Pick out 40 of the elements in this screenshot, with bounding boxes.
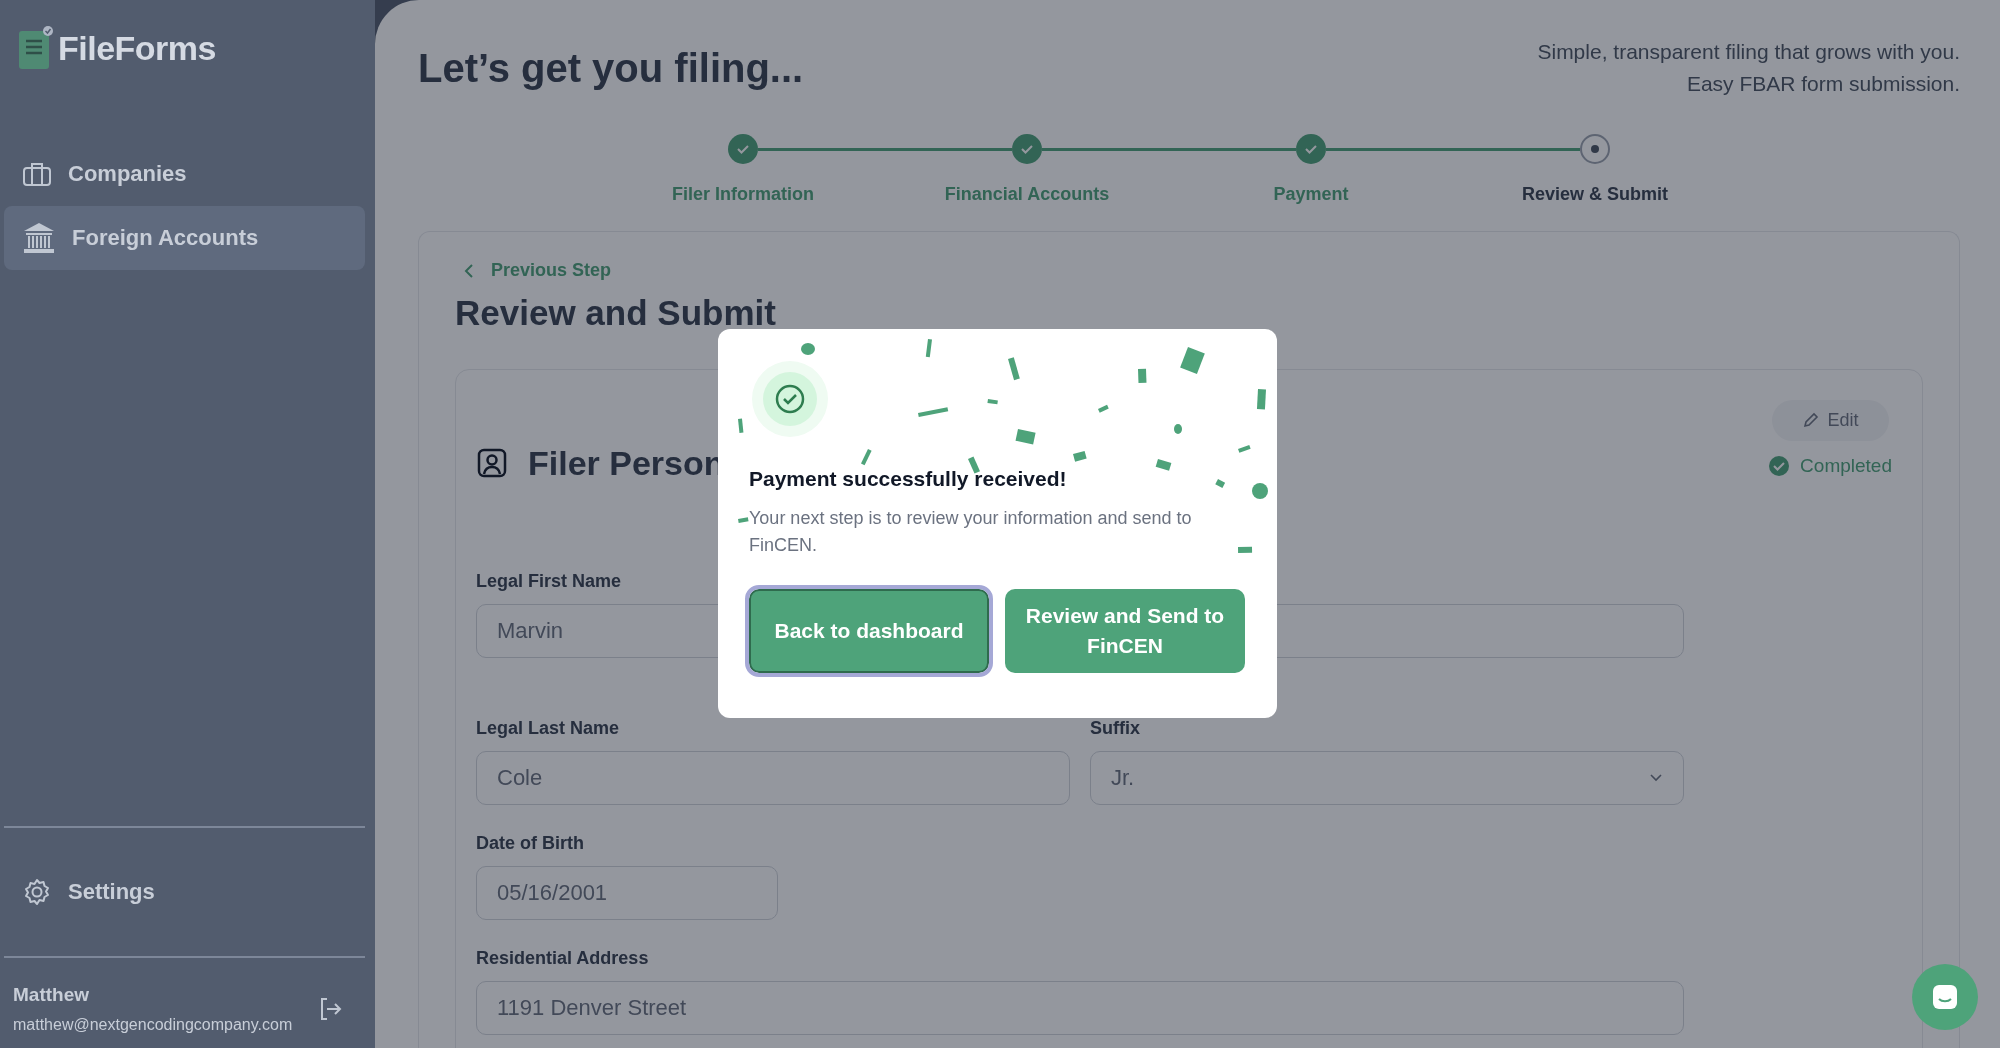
logo-text: FileForms bbox=[58, 28, 216, 68]
pencil-icon bbox=[1801, 411, 1820, 429]
check-circle-icon bbox=[1768, 454, 1791, 477]
input-field[interactable]: 05/16/2001 bbox=[476, 865, 778, 920]
completed-status: Completed bbox=[1768, 454, 1892, 477]
chat-icon bbox=[1930, 982, 1960, 1012]
user-email: matthew@nextgencodingcompany.com bbox=[13, 1016, 293, 1034]
previous-step-link[interactable]: Previous Step bbox=[455, 260, 612, 281]
input-field[interactable]: Jr. bbox=[1090, 750, 1684, 805]
field-label: Residential Address bbox=[476, 947, 650, 969]
chevron-left-icon bbox=[463, 262, 475, 279]
input-field[interactable]: Cole bbox=[476, 750, 1070, 805]
step-label: Payment bbox=[1273, 184, 1349, 205]
logo-document-icon bbox=[18, 25, 54, 71]
dialog-button[interactable]: Review and Send to FinCEN bbox=[1005, 589, 1245, 673]
bank-icon bbox=[22, 221, 56, 255]
field-label: Suffix bbox=[1090, 717, 1141, 739]
user-name: Matthew bbox=[13, 984, 90, 1006]
chevron-down-icon bbox=[1649, 772, 1663, 783]
settings-link[interactable]: Settings bbox=[4, 860, 365, 924]
edit-button[interactable]: Edit bbox=[1771, 399, 1889, 441]
field-label: Legal First Name bbox=[476, 570, 623, 592]
dialog-message: Your next step is to review your information and send to FinCEN. bbox=[749, 507, 1193, 557]
sidebar-item[interactable]: Companies bbox=[4, 142, 365, 206]
tagline-text: Simple, transparent filing that grows with you. bbox=[1537, 39, 1960, 65]
step-label: Financial Accounts bbox=[944, 184, 1110, 205]
field-label: Legal Last Name bbox=[476, 717, 621, 739]
success-check-icon bbox=[752, 361, 828, 437]
field-label: Date of Birth bbox=[476, 832, 585, 854]
briefcase-icon bbox=[22, 161, 52, 187]
sidebar-item[interactable]: Foreign Accounts bbox=[4, 206, 365, 270]
step-label: Review & Submit bbox=[1522, 184, 1668, 205]
settings-icon bbox=[22, 877, 52, 907]
step-label: Filer Information bbox=[672, 184, 814, 205]
user-card-icon bbox=[476, 447, 508, 479]
section-title: Review and Submit bbox=[455, 292, 777, 333]
input-field[interactable]: 1191 Denver Street bbox=[476, 980, 1684, 1035]
tagline-text: Easy FBAR form submission. bbox=[1686, 71, 1960, 97]
page-title: Let’s get you filing... bbox=[418, 46, 804, 91]
dialog-title: Payment successfully received! bbox=[749, 467, 1068, 491]
